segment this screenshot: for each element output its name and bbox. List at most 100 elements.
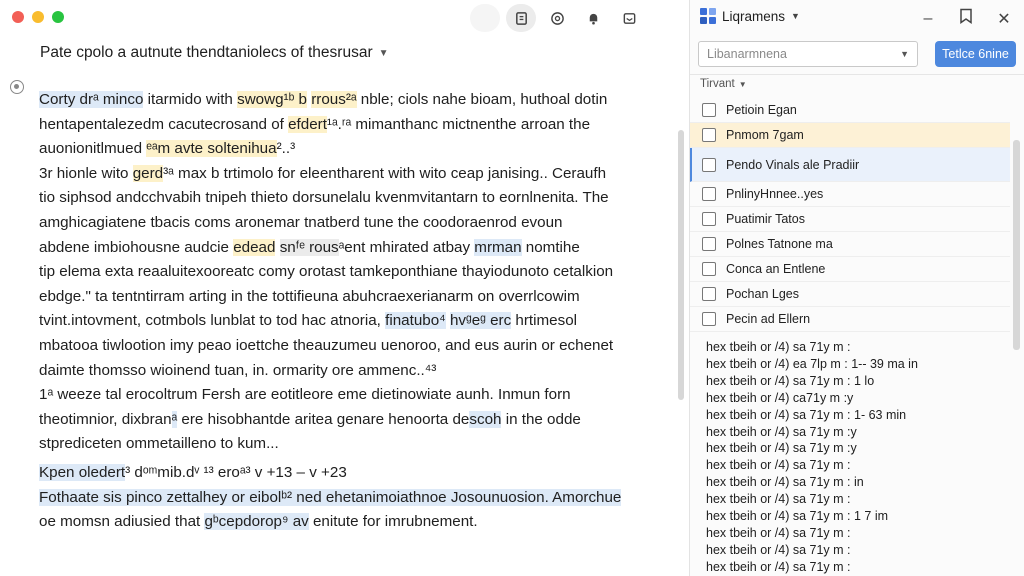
document-title[interactable]: Pate cpolo a autnute thendtaniolecs of t…	[40, 44, 389, 62]
text-run: amghicagiatene tbacis coms aronemar tnat…	[39, 213, 563, 231]
document-line[interactable]: stprediceten ommetailleno to kum...	[39, 432, 639, 457]
document-line[interactable]: daimte thomsso wioinend tuan, in. ormari…	[39, 359, 639, 384]
book-icon	[515, 11, 527, 25]
document-body[interactable]: Corty drᵃ minco itarmido with swowg¹ᵇ b …	[39, 88, 639, 535]
checkbox-row[interactable]: Petioin Egan	[690, 98, 1010, 123]
checkbox[interactable]	[702, 262, 716, 276]
text-run: hrtimesol	[511, 312, 578, 330]
chevron-down-icon: ▼	[900, 49, 909, 59]
book-button[interactable]	[506, 4, 536, 32]
checkbox-row[interactable]: Polnes Tatnone ma	[690, 232, 1010, 257]
highlighted-text[interactable]: efdert	[288, 115, 327, 133]
highlighted-text[interactable]: ᵃ minco	[93, 91, 144, 108]
checkbox-list: Petioin Egan Pnmom 7gam Pendo Vinals ale P…	[690, 98, 1010, 332]
document-line[interactable]: tvint.intovment, cotmbols lunblat to tod…	[39, 309, 639, 334]
text-run: tio siphsod andcchvabih tnipeh thieto do…	[39, 189, 609, 207]
divider	[690, 74, 1024, 75]
document-line[interactable]: Corty drᵃ minco itarmido with swowg¹ᵇ b …	[39, 88, 639, 113]
checkbox[interactable]	[702, 212, 716, 226]
checkbox-label: Pochan Lges	[726, 287, 799, 301]
checkbox[interactable]	[702, 128, 716, 142]
bookmark-icon[interactable]	[958, 8, 974, 29]
document-line[interactable]: 3r hionle wito gerd³ᵃ max b trtimolo for…	[39, 162, 639, 187]
document-line[interactable]: amghicagiatene tbacis coms aronemar tnat…	[39, 211, 639, 236]
highlighted-text[interactable]: rrous²ᵃ	[311, 91, 357, 108]
at-icon	[550, 11, 564, 25]
document-line[interactable]: hentapentalezedm cacutecrosand of efdert…	[39, 113, 639, 138]
checkbox[interactable]	[702, 312, 716, 326]
text-run: 3r hionle wito	[39, 164, 133, 182]
checkbox-row[interactable]: Pecin ad Ellern	[690, 307, 1010, 332]
mention-button[interactable]	[542, 4, 572, 32]
highlighted-text[interactable]: gerd	[132, 164, 164, 182]
checkbox[interactable]	[702, 237, 716, 251]
highlighted-text[interactable]: snᶠᵉ rous	[279, 238, 339, 256]
source-select[interactable]: Libanarmnena ▼	[698, 41, 918, 67]
checkbox[interactable]	[702, 157, 716, 172]
side-panel-scrollbar[interactable]	[1013, 140, 1020, 350]
checkbox[interactable]	[702, 187, 716, 201]
log-line: hex tbeih or /4) sa 71y m : 1 lo	[706, 373, 875, 388]
filter-dropdown[interactable]: Tirvant ▼	[700, 78, 747, 90]
document-line[interactable]: tio siphsod andcchvabih tnipeh thieto do…	[39, 186, 639, 211]
checkbox-label: Pnmom 7gam	[726, 128, 804, 142]
document-line[interactable]: Fothaate sis pinco zettalhey or eibolᵇ² …	[39, 486, 639, 511]
minimize-window-button[interactable]	[32, 11, 44, 23]
text-run: hentapentalezedm cacutecrosand of	[39, 115, 289, 133]
chevron-down-icon: ▼	[791, 11, 800, 21]
side-panel-header[interactable]: Liqramens ▼	[700, 8, 800, 24]
checkbox[interactable]	[702, 287, 716, 301]
document-line[interactable]: abdene imbiohousne audcie edead snᶠᵉ rou…	[39, 236, 639, 261]
comment-marker-icon[interactable]	[10, 80, 24, 94]
document-line[interactable]: tip elema exta reaaluitexooreatc comy or…	[39, 260, 639, 285]
text-run: ere hisobhantde aritea genare henoorta d…	[177, 410, 470, 428]
text-run: mbatooa tiwlootion imy peao ioettche the…	[39, 336, 614, 354]
log-line: hex tbeih or /4) sa 71y m :	[706, 458, 851, 473]
document-scrollbar[interactable]	[678, 130, 684, 400]
text-run: nble; ciols nahe bioam, huthoal dotin	[356, 91, 608, 108]
document-line[interactable]: Kpen oledert³ dᵒᵐmib.dᵛ ¹³ eroᵃ³ v +13 –…	[39, 461, 639, 486]
close-window-button[interactable]	[12, 11, 24, 23]
bell-icon	[589, 13, 597, 24]
checkbox-row[interactable]: Puatimir Tatos	[690, 207, 1010, 232]
minimize-icon[interactable]: –	[920, 10, 936, 28]
close-icon[interactable]: ✕	[996, 9, 1012, 29]
text-run: abdene imbiohousne audcie	[39, 238, 234, 256]
log-line: hex tbeih or /4) ca71y m :y	[706, 390, 854, 405]
document-line[interactable]: mbatooa tiwlootion imy peao ioettche the…	[39, 334, 639, 359]
highlighted-text[interactable]: edead	[233, 238, 276, 256]
highlighted-text[interactable]: scoh	[469, 410, 502, 428]
checkbox-label: Pendo Vinals ale Pradiir	[726, 157, 860, 172]
highlighted-text[interactable]: Kpen oledert	[39, 463, 126, 481]
document-line[interactable]: ebdge." ta tentntirram arting in the tot…	[39, 285, 639, 310]
highlighted-text[interactable]: swowg¹ᵇ b	[237, 91, 307, 108]
primary-action-button[interactable]: Tetlce 6nine	[935, 41, 1016, 67]
highlighted-text[interactable]: ᵉᵃm avte soltenihua	[146, 140, 277, 158]
text-run: stprediceten ommetailleno to kum...	[39, 435, 279, 453]
checkbox-row[interactable]: Pnmom 7gam	[690, 123, 1010, 148]
checkbox-row[interactable]: Conca an Entlene	[690, 257, 1010, 282]
document-line[interactable]: theotimnior, dixbranᵃ ere hisobhantde ar…	[39, 408, 639, 433]
highlighted-text[interactable]: Corty dr	[39, 91, 94, 108]
checkbox-row[interactable]: PnlinyHnnee..yes	[690, 182, 1010, 207]
side-panel-actions: – ✕	[920, 8, 1012, 29]
text-run: ³ᵃ max b trtimolo for eleentharent with …	[163, 164, 607, 182]
document-line[interactable]: auonionitlmued ᵉᵃm avte soltenihua²..³	[39, 137, 639, 162]
checkbox[interactable]	[702, 103, 716, 117]
highlighted-text[interactable]: mrman	[474, 238, 522, 256]
log-line: hex tbeih or /4) sa 71y m :	[706, 525, 851, 540]
inbox-button[interactable]	[614, 4, 644, 32]
highlighted-text[interactable]: hvᵍeᵍ erc	[449, 312, 512, 330]
notifications-button[interactable]	[578, 4, 608, 32]
app-grid-icon	[700, 8, 716, 24]
log-line: hex tbeih or /4) sa 71y m :y	[706, 424, 857, 439]
text-run: v +13 – v +23	[250, 463, 347, 481]
highlighted-text[interactable]: Fothaate sis pinco zettalhey or eibolᵇ² …	[39, 488, 622, 506]
highlighted-text[interactable]: finatubo⁴	[385, 312, 446, 330]
zoom-window-button[interactable]	[52, 11, 64, 23]
checkbox-label: Pecin ad Ellern	[726, 312, 811, 326]
checkbox-row[interactable]: Pochan Lges	[690, 282, 1010, 307]
checkbox-row[interactable]: Pendo Vinals ale Pradiir	[690, 148, 1010, 182]
document-line[interactable]: 1ᵃ weeze tal erocoltrum Fersh are eotitl…	[39, 383, 639, 408]
log-line: hex tbeih or /4) sa 71y m :	[706, 542, 851, 557]
